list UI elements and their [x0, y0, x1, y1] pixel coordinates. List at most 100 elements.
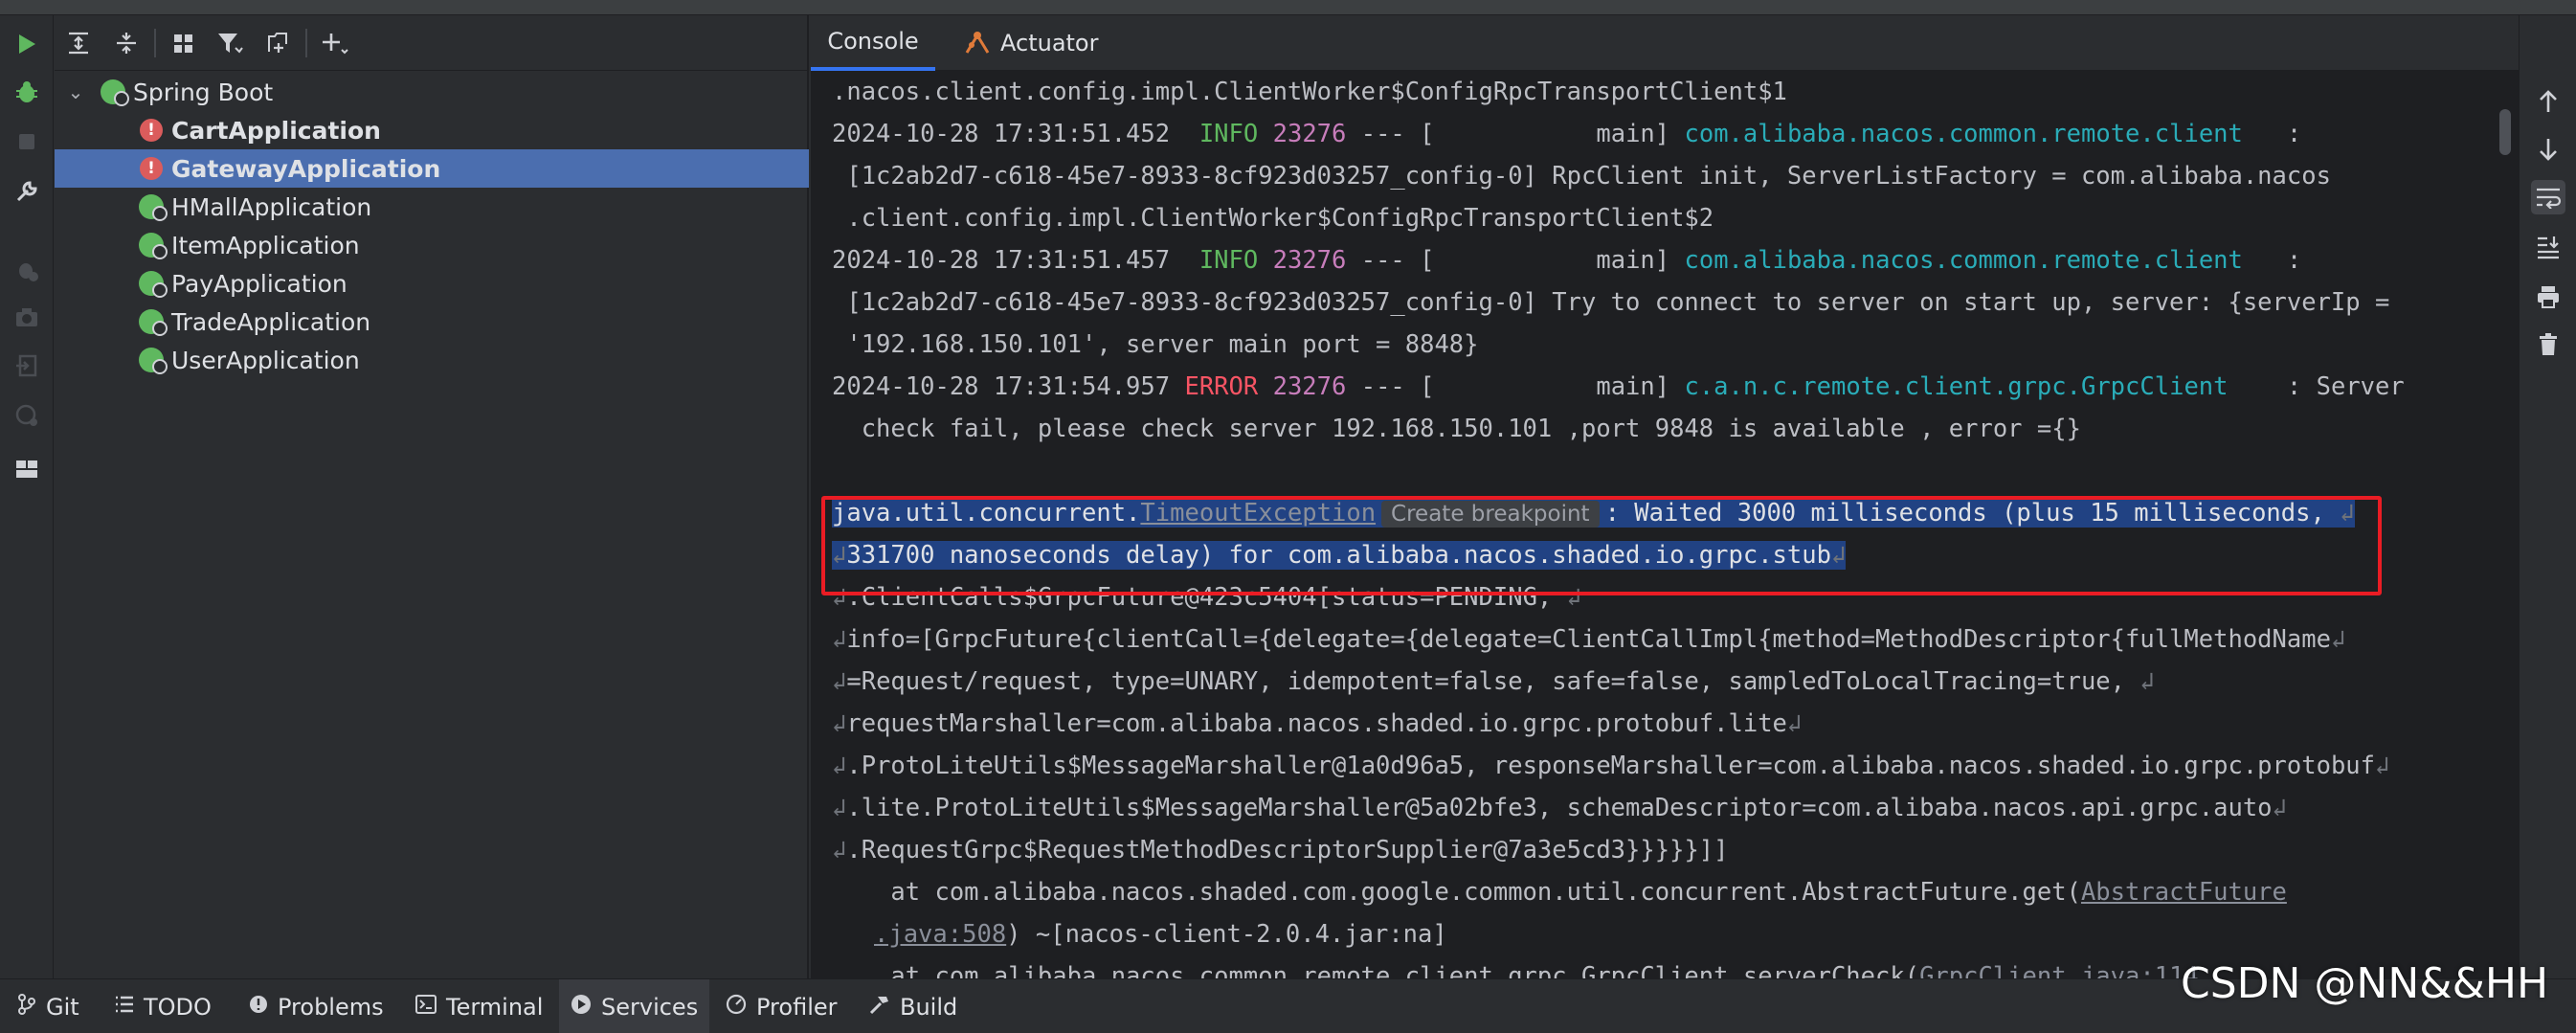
group-by-icon[interactable]	[168, 27, 200, 59]
bottom-tab-git[interactable]: Git	[6, 979, 91, 1033]
console-line: .java:508) ~[nacos-client-2.0.4.jar:na]	[874, 920, 1447, 949]
console-scrollbar[interactable]	[2499, 109, 2511, 155]
services-toolbar	[55, 15, 809, 71]
console-line: ↲.ProtoLiteUtils$MessageMarshaller@1a0d9…	[832, 752, 2390, 780]
expand-all-icon[interactable]	[62, 27, 95, 59]
console-line: 2024-10-28 17:31:51.452 INFO 23276 --- […	[832, 120, 2302, 148]
stop-icon[interactable]	[11, 126, 42, 157]
wrench-icon[interactable]	[11, 176, 42, 207]
console-line: ↲.ClientCalls$GrpcFuture@423c5404[status…	[832, 583, 1581, 612]
spring-app-icon	[135, 192, 168, 221]
tree-item-hmall-application[interactable]: HMallApplication	[55, 188, 809, 226]
run-icon[interactable]	[11, 29, 42, 59]
tree-item-label: PayApplication	[171, 269, 347, 298]
hammer-icon	[869, 994, 890, 1021]
tree-item-label: ItemApplication	[171, 231, 360, 259]
actuator-icon	[964, 30, 991, 56]
soft-wrap-icon: ↲	[832, 541, 847, 570]
console-panel: Console Actuator .nacos.client.config.im…	[811, 15, 2519, 978]
tree-item-user-application[interactable]: UserApplication	[55, 341, 809, 379]
console-line-highlighted: java.util.concurrent.TimeoutException Cre…	[832, 499, 2355, 528]
tab-console[interactable]: Console	[811, 15, 935, 71]
debug-settings-icon[interactable]	[11, 255, 42, 285]
tree-item-gateway-application[interactable]: ! GatewayApplication	[55, 149, 809, 188]
logger-name: c.a.n.c.remote.client.grpc.GrpcClient	[1684, 372, 2229, 401]
tab-actuator-label: Actuator	[1000, 30, 1099, 56]
soft-wrap-toggle-icon[interactable]	[2531, 180, 2565, 214]
bottom-tab-terminal[interactable]: Terminal	[404, 979, 554, 1033]
tree-item-pay-application[interactable]: PayApplication	[55, 264, 809, 303]
exception-link[interactable]: TimeoutException	[1140, 499, 1376, 528]
chevron-down-icon[interactable]: ⌄	[64, 80, 87, 103]
tree-item-label: UserApplication	[171, 346, 360, 374]
console-line: [1c2ab2d7-c618-45e7-8933-8cf923d03257_co…	[832, 162, 2331, 191]
console-line: .nacos.client.config.impl.ClientWorker$C…	[832, 78, 1787, 106]
profile-icon[interactable]	[11, 400, 42, 431]
source-link[interactable]: GrpcClient.java:114	[1919, 962, 2199, 978]
tree-item-cart-application[interactable]: ! CartApplication	[55, 111, 809, 149]
layout-icon[interactable]	[11, 454, 42, 484]
services-icon	[571, 994, 592, 1021]
tree-item-label: HMallApplication	[171, 192, 372, 221]
console-line: at com.alibaba.nacos.common.remote.clien…	[832, 955, 2199, 978]
tree-item-label: CartApplication	[171, 116, 381, 145]
collapse-all-icon[interactable]	[110, 27, 143, 59]
tree-group-spring-boot[interactable]: ⌄ Spring Boot	[55, 73, 809, 111]
log-level-info: INFO	[1198, 246, 1259, 275]
console-line: ↲.lite.ProtoLiteUtils$MessageMarshaller@…	[832, 794, 2287, 822]
logger-name: com.alibaba.nacos.common.remote.client	[1684, 246, 2243, 275]
error-status-icon: !	[135, 116, 168, 145]
tree-group-label: Spring Boot	[133, 78, 274, 106]
console-side-toolbar	[2519, 15, 2576, 978]
source-link[interactable]: .java:508	[874, 920, 1006, 949]
source-link[interactable]: AbstractFuture	[2081, 878, 2287, 907]
console-line: check fail, please check server 192.168.…	[832, 415, 2081, 443]
console-output[interactable]: .nacos.client.config.impl.ClientWorker$C…	[811, 71, 2519, 978]
tree-item-label: GatewayApplication	[171, 154, 441, 183]
camera-icon[interactable]	[11, 303, 42, 333]
tree-item-label: TradeApplication	[171, 307, 371, 336]
tree-item-item-application[interactable]: ItemApplication	[55, 226, 809, 264]
login-icon[interactable]	[11, 350, 42, 381]
arrow-down-icon[interactable]	[2531, 132, 2565, 167]
filter-icon[interactable]	[213, 27, 246, 59]
soft-wrap-icon: ↲	[2340, 499, 2355, 528]
bottom-tab-problems[interactable]: Problems	[237, 979, 395, 1033]
spring-app-icon	[135, 231, 168, 259]
console-line: ↲=Request/request, type=UNARY, idempoten…	[832, 667, 2155, 696]
create-breakpoint-hint[interactable]: Create breakpoint	[1381, 501, 1600, 528]
console-line: 2024-10-28 17:31:51.457 INFO 23276 --- […	[832, 246, 2302, 275]
console-line: .client.config.impl.ClientWorker$ConfigR…	[832, 204, 1714, 233]
title-strip	[0, 0, 2576, 15]
spring-app-icon	[135, 307, 168, 336]
spring-app-icon	[135, 346, 168, 374]
error-status-icon: !	[135, 154, 168, 183]
spring-app-icon	[135, 269, 168, 298]
arrow-up-icon[interactable]	[2531, 84, 2565, 119]
git-branch-icon	[17, 993, 36, 1021]
bottom-tab-profiler[interactable]: Profiler	[714, 979, 849, 1033]
logger-name: com.alibaba.nacos.common.remote.client	[1684, 120, 2243, 148]
console-line: [1c2ab2d7-c618-45e7-8933-8cf923d03257_co…	[832, 288, 2390, 317]
services-side-toolbar	[0, 15, 54, 978]
new-group-icon[interactable]	[261, 27, 294, 59]
console-line: ↲.RequestGrpc$RequestMethodDescriptorSup…	[832, 836, 1729, 865]
console-line: ↲info=[GrpcFuture{clientCall={delegate={…	[832, 625, 2346, 654]
bottom-tab-todo[interactable]: TODO	[103, 979, 223, 1033]
print-icon[interactable]	[2531, 280, 2565, 314]
console-line: at com.alibaba.nacos.shaded.com.google.c…	[832, 878, 2287, 907]
console-line: ↲requestMarshaller=com.alibaba.nacos.sha…	[832, 709, 1803, 738]
tab-console-label: Console	[827, 28, 919, 55]
trash-icon[interactable]	[2531, 327, 2565, 362]
add-service-icon[interactable]	[319, 27, 351, 59]
soft-wrap-icon: ↲	[1830, 541, 1847, 570]
problems-icon	[249, 995, 268, 1020]
console-line-highlighted: ↲331700 nanoseconds delay) for com.aliba…	[832, 541, 1847, 570]
bottom-tab-build[interactable]: Build	[858, 979, 969, 1033]
debug-icon[interactable]	[11, 77, 42, 107]
log-level-info: INFO	[1198, 120, 1259, 148]
bottom-tab-services[interactable]: Services	[559, 979, 710, 1033]
tab-actuator[interactable]: Actuator	[964, 15, 1155, 71]
scroll-to-end-icon[interactable]	[2531, 230, 2565, 264]
tree-item-trade-application[interactable]: TradeApplication	[55, 303, 809, 341]
